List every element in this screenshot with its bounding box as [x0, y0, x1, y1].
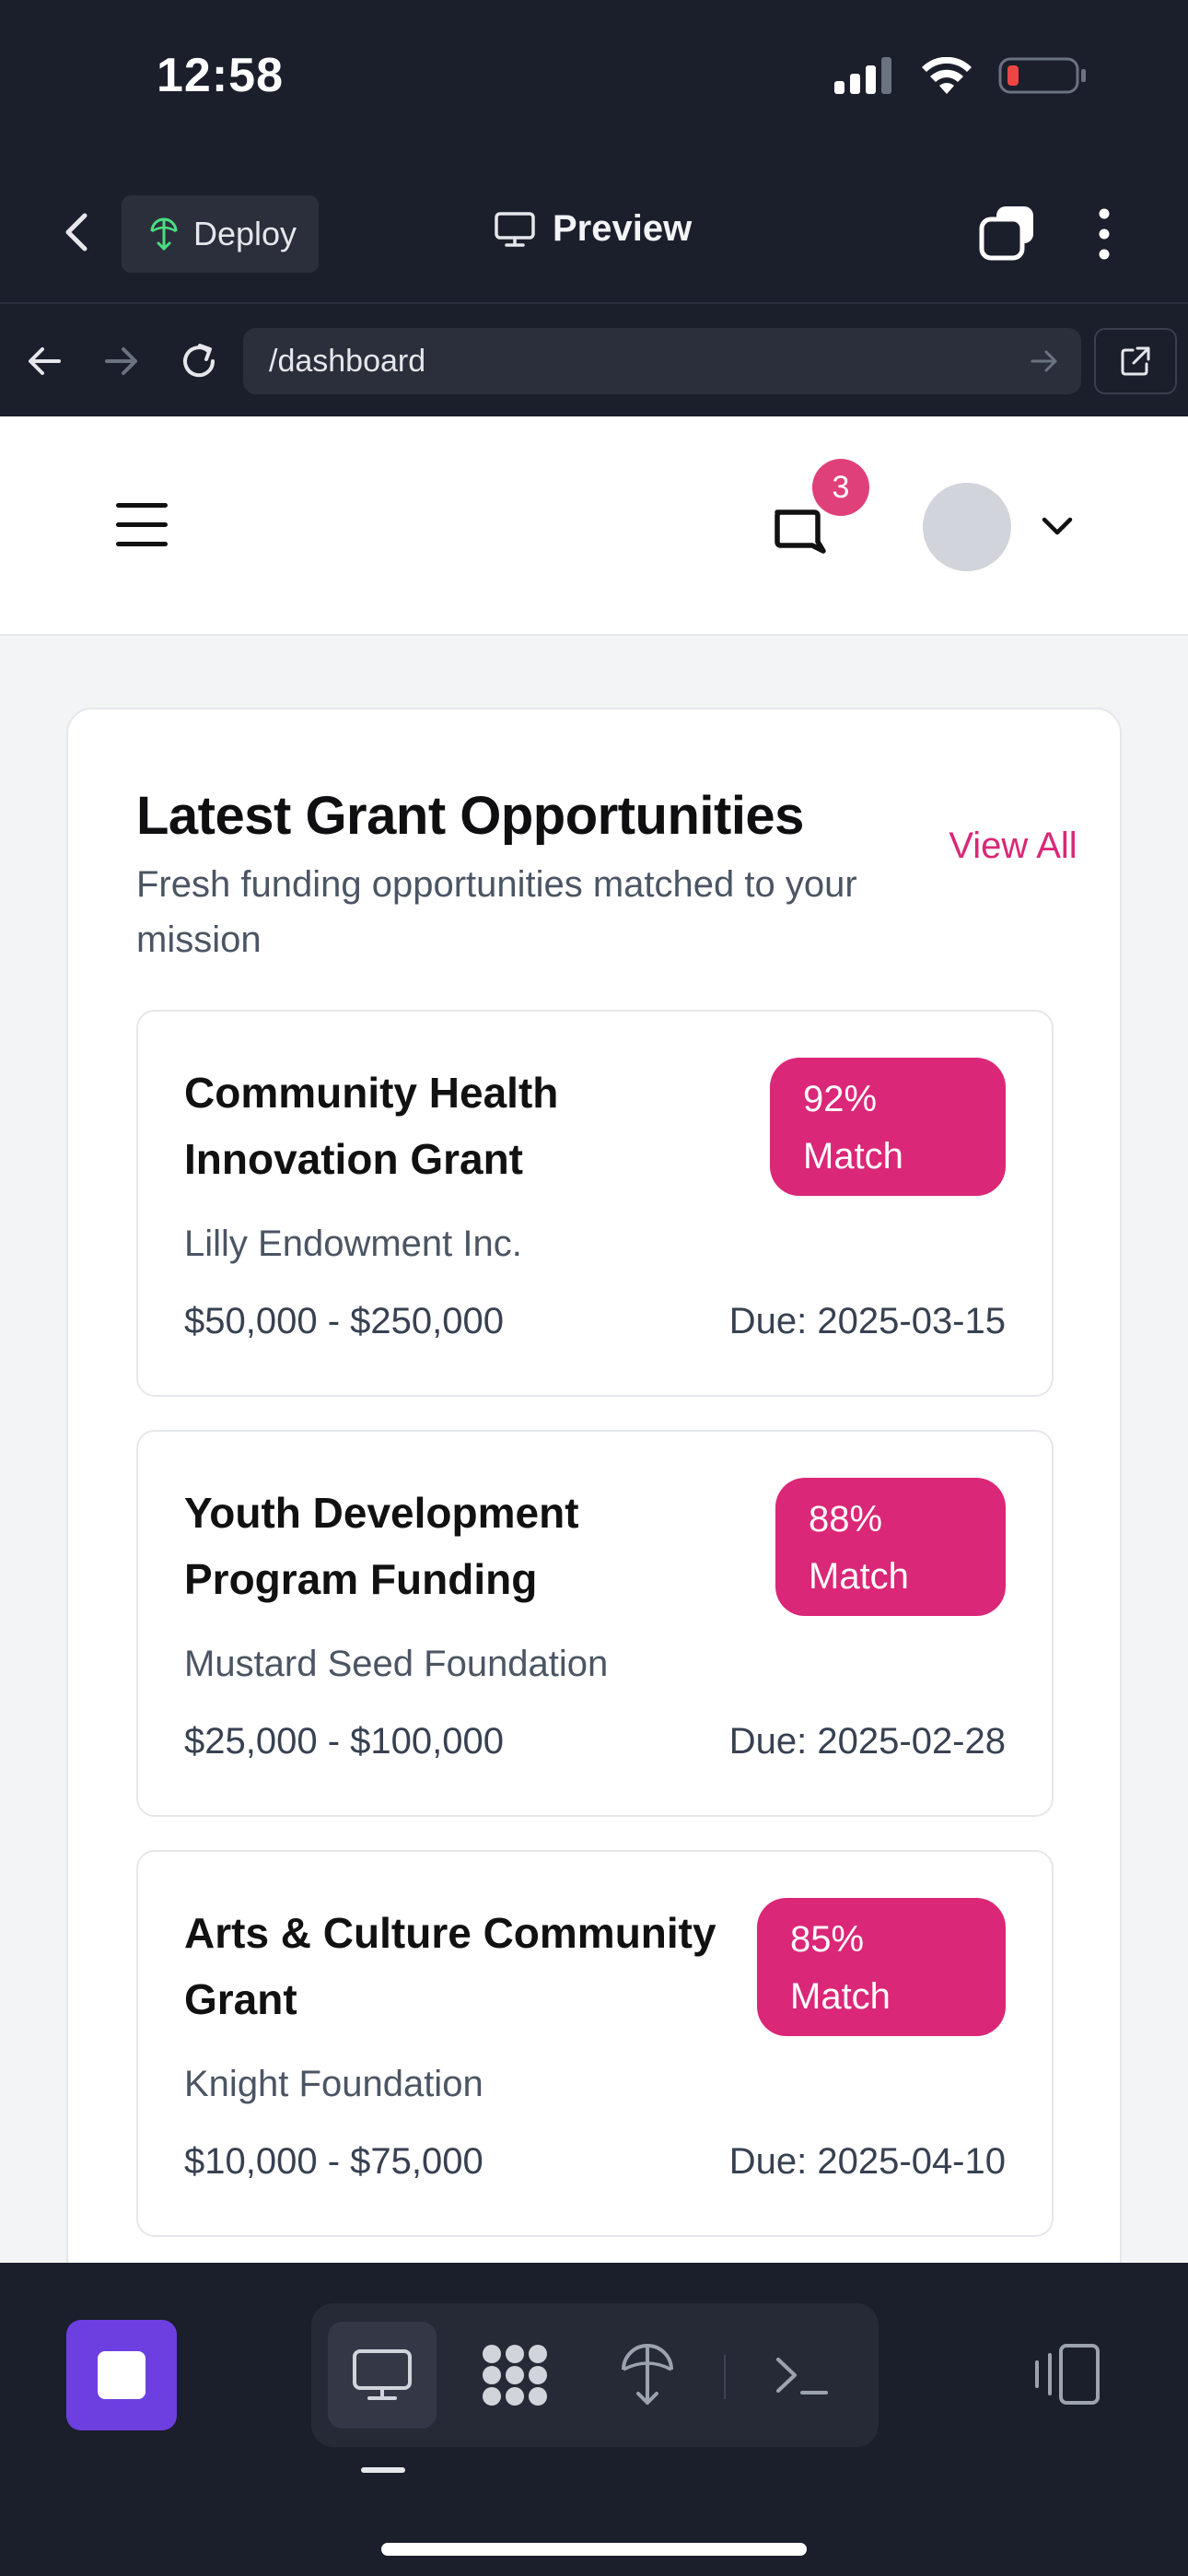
- deploy-label: Deploy: [193, 215, 297, 252]
- battery-icon: [998, 57, 1086, 94]
- apps-grid-icon: [483, 2345, 547, 2406]
- hamburger-menu-icon[interactable]: [116, 503, 168, 547]
- grant-item[interactable]: Youth Development Program Funding 88% Ma…: [136, 1430, 1054, 1817]
- apps-mode-button[interactable]: [460, 2322, 569, 2429]
- view-all-link[interactable]: View All: [945, 818, 1081, 873]
- grant-due-date: Due: 2025-04-10: [728, 2141, 1006, 2182]
- active-mode-indicator: [361, 2467, 405, 2473]
- mode-switcher: [311, 2303, 879, 2447]
- cellular-signal-icon: [834, 57, 891, 94]
- grant-funder: Lilly Endowment Inc.: [184, 1224, 522, 1264]
- match-badge: 92% Match: [770, 1058, 1006, 1196]
- terminal-icon: [776, 2358, 828, 2395]
- browser-reload-button[interactable]: [169, 332, 228, 391]
- deploy-button[interactable]: Deploy: [122, 195, 319, 273]
- deploy-icon: [150, 217, 178, 251]
- grant-amount: $10,000 - $75,000: [184, 2141, 483, 2182]
- match-badge: 88% Match: [775, 1478, 1006, 1616]
- arrow-right-icon: [105, 347, 137, 375]
- card-title: Latest Grant Opportunities: [136, 786, 804, 846]
- grant-title: Arts & Culture Community Grant: [184, 1909, 716, 2023]
- home-indicator[interactable]: [381, 2543, 807, 2556]
- reload-icon: [183, 344, 215, 378]
- app-bar: Deploy Preview: [0, 166, 1188, 304]
- go-arrow-icon[interactable]: [1030, 345, 1059, 378]
- grant-funder: Knight Foundation: [184, 2064, 483, 2104]
- url-input[interactable]: /dashboard: [243, 328, 1081, 394]
- web-page: 3 Latest Grant Opportunities Fresh fundi…: [0, 416, 1188, 2263]
- mode-divider: [724, 2355, 726, 2399]
- grant-opportunities-card: Latest Grant Opportunities Fresh funding…: [66, 708, 1122, 2263]
- desktop-icon: [353, 2349, 412, 2400]
- notification-badge: 3: [812, 459, 869, 516]
- match-badge: 85% Match: [757, 1898, 1006, 2036]
- bottom-toolbar: [0, 2263, 1188, 2576]
- deploy-mode-button[interactable]: [593, 2322, 702, 2429]
- url-text: /dashboard: [269, 343, 426, 379]
- terminal-mode-button[interactable]: [748, 2322, 856, 2429]
- card-subtitle: Fresh funding opportunities matched to y…: [136, 864, 857, 960]
- stop-icon: [98, 2351, 146, 2399]
- grant-title: Community Health Innovation Grant: [184, 1069, 559, 1183]
- chevron-down-icon[interactable]: [1039, 512, 1076, 540]
- tabs-icon[interactable]: [978, 203, 1037, 262]
- page-header: 3: [0, 416, 1188, 636]
- external-link-icon: [1121, 346, 1150, 376]
- messages-icon[interactable]: [768, 501, 829, 562]
- more-options-icon[interactable]: [1090, 205, 1118, 263]
- grant-amount: $50,000 - $250,000: [184, 1301, 504, 1341]
- desktop-mode-button[interactable]: [328, 2322, 437, 2429]
- device-switch-icon[interactable]: [1030, 2342, 1103, 2408]
- browser-url-bar: /dashboard: [0, 306, 1188, 416]
- status-bar: 12:58: [0, 0, 1188, 166]
- preview-label: Preview: [553, 208, 693, 249]
- stop-button[interactable]: [66, 2320, 177, 2430]
- status-icons: [834, 55, 1087, 96]
- back-chevron-icon[interactable]: [55, 205, 101, 260]
- grant-due-date: Due: 2025-02-28: [728, 1721, 1006, 1762]
- browser-back-button[interactable]: [15, 332, 74, 391]
- arrow-left-icon: [29, 347, 61, 375]
- avatar[interactable]: [923, 483, 1011, 571]
- monitor-icon: [495, 211, 535, 247]
- open-external-button[interactable]: [1094, 328, 1177, 394]
- browser-forward-button[interactable]: [92, 332, 151, 391]
- preview-title: Preview: [494, 208, 692, 250]
- deploy-icon: [622, 2344, 673, 2405]
- grant-funder: Mustard Seed Foundation: [184, 1644, 609, 1684]
- wifi-icon: [922, 57, 972, 94]
- grant-due-date: Due: 2025-03-15: [728, 1301, 1006, 1341]
- grant-title: Youth Development Program Funding: [184, 1489, 579, 1603]
- status-time: 12:58: [157, 49, 284, 102]
- grant-item[interactable]: Arts & Culture Community Grant 85% Match…: [136, 1850, 1054, 2237]
- grant-item[interactable]: Community Health Innovation Grant 92% Ma…: [136, 1010, 1054, 1397]
- grant-amount: $25,000 - $100,000: [184, 1721, 504, 1762]
